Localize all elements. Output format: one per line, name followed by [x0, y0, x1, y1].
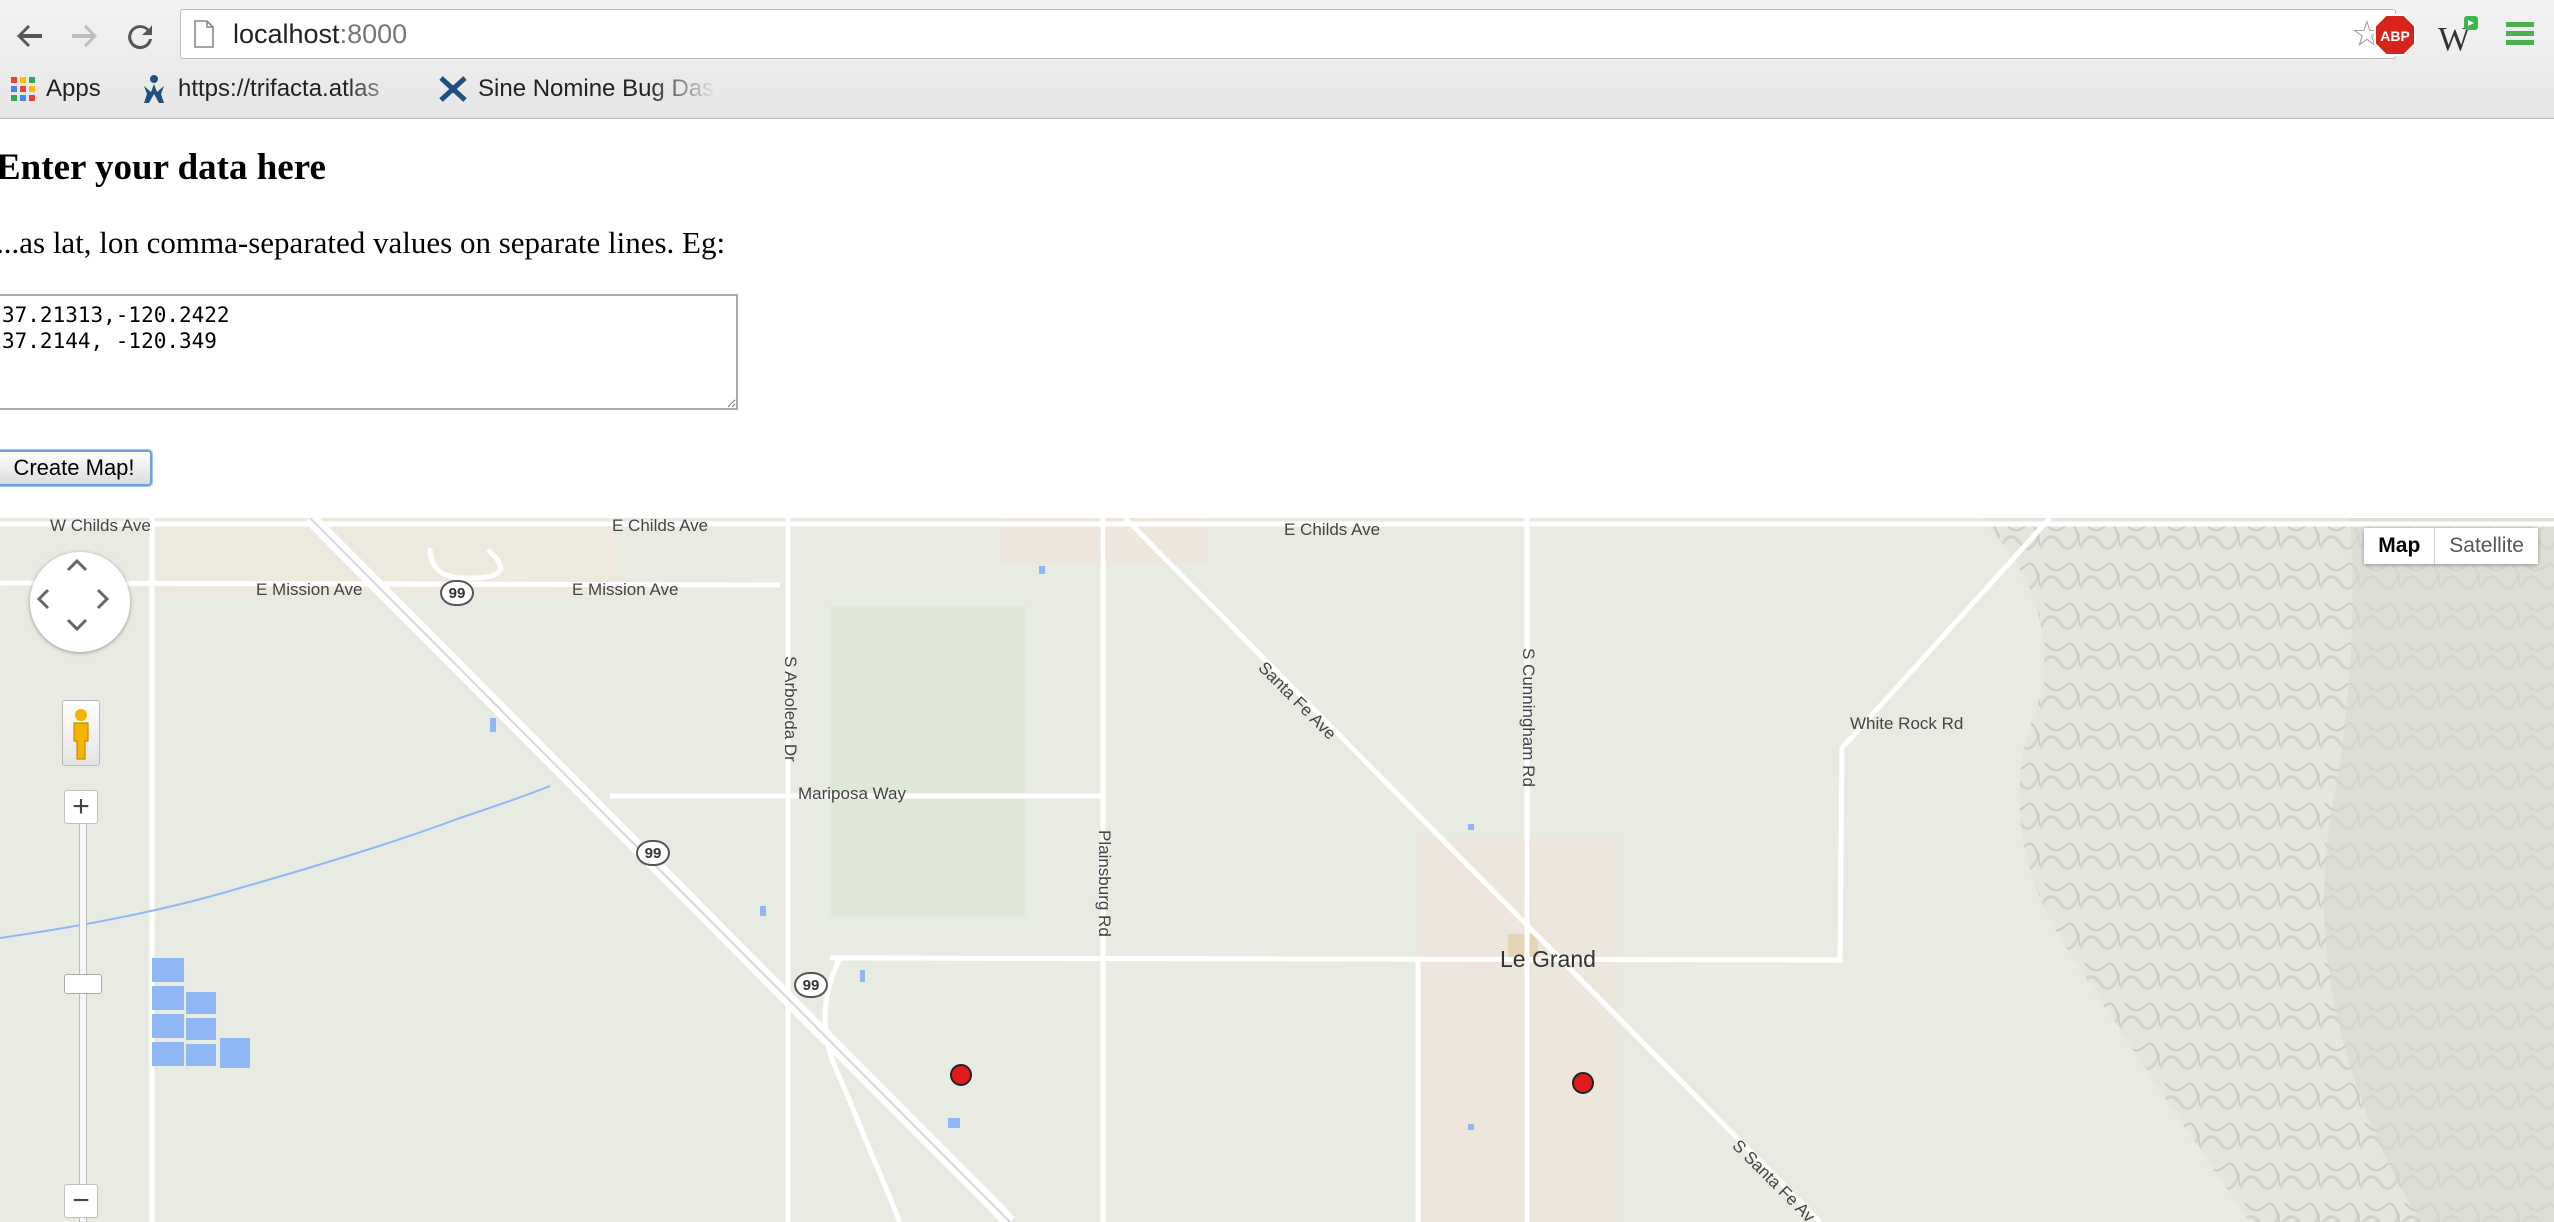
- bookmark-sine-nomine[interactable]: Sine Nomine Bug Das: [438, 72, 716, 106]
- zoom-out-button[interactable]: −: [64, 1184, 98, 1218]
- pegman-icon: [73, 709, 89, 760]
- place-label: Le Grand: [1500, 946, 1596, 972]
- map-type-satellite-button[interactable]: Satellite: [2435, 528, 2538, 564]
- street-label: S Arboleda Dr: [781, 656, 800, 762]
- reload-button[interactable]: [118, 14, 162, 58]
- pan-right-icon[interactable]: [96, 588, 124, 616]
- bug-dashboard-icon: [438, 75, 468, 103]
- zoom-slider-handle[interactable]: [64, 974, 102, 994]
- pan-left-icon[interactable]: [36, 588, 64, 616]
- pan-down-icon[interactable]: [66, 618, 94, 646]
- map-canvas[interactable]: W Childs Ave E Childs Ave E Childs Ave E…: [0, 518, 2554, 1222]
- street-view-pegman[interactable]: [62, 700, 100, 766]
- coordinates-textarea[interactable]: [0, 294, 738, 410]
- instructions-text: ...as lat, lon comma-separated values on…: [0, 225, 726, 260]
- forward-button[interactable]: [62, 14, 106, 58]
- highway-99-shield: 99: [636, 840, 670, 866]
- street-label: E Mission Ave: [572, 580, 679, 599]
- highway-99-shield: 99: [440, 580, 474, 606]
- street-label: Plainsburg Rd: [1095, 830, 1114, 937]
- street-label: S Cunningham Rd: [1519, 648, 1538, 787]
- address-bar[interactable]: localhost:8000 ☆: [180, 9, 2396, 59]
- bookmarks-bar: Apps https://trifacta.atlas Sine Nomine …: [0, 64, 2554, 114]
- map-marker[interactable]: [1572, 1072, 1594, 1094]
- map-marker[interactable]: [950, 1064, 972, 1086]
- street-label: W Childs Ave: [50, 518, 151, 535]
- bookmark-label: https://trifacta.atlas: [178, 75, 380, 102]
- street-label: E Mission Ave: [256, 580, 363, 599]
- wikipedia-extension-icon[interactable]: W: [2436, 14, 2480, 56]
- apps-grid-icon: [10, 76, 36, 102]
- zoom-slider-track[interactable]: [79, 808, 87, 1222]
- pan-control: [30, 552, 130, 652]
- page-title: Enter your data here: [0, 147, 326, 188]
- adblock-icon[interactable]: ABP: [2374, 14, 2416, 56]
- back-arrow-icon: [17, 25, 42, 47]
- zoom-in-button[interactable]: +: [64, 790, 98, 824]
- bookmark-apps[interactable]: Apps: [10, 72, 101, 106]
- map-tiles: [0, 518, 2554, 1222]
- jira-icon: [140, 74, 168, 104]
- url-text: localhost:8000: [233, 19, 408, 49]
- map-type-map-button[interactable]: Map: [2364, 528, 2436, 564]
- street-label: White Rock Rd: [1850, 714, 1964, 733]
- create-map-button[interactable]: Create Map!: [0, 450, 152, 486]
- menu-icon[interactable]: [2502, 16, 2538, 52]
- back-button[interactable]: [8, 14, 52, 58]
- pan-up-icon[interactable]: [66, 558, 94, 586]
- street-label: E Childs Ave: [1284, 520, 1381, 539]
- street-label: Mariposa Way: [798, 784, 907, 803]
- forward-arrow-icon: [72, 25, 97, 47]
- map-type-control: Map Satellite: [2364, 528, 2538, 564]
- bookmark-trifacta[interactable]: https://trifacta.atlas: [140, 72, 412, 106]
- street-label: E Childs Ave: [612, 518, 709, 535]
- highway-99-shield: 99: [794, 972, 828, 998]
- bookmark-label: Apps: [46, 75, 101, 102]
- browser-chrome: localhost:8000 ☆ ABP W Apps https://trif…: [0, 0, 2554, 119]
- page-icon: [194, 20, 214, 48]
- bookmark-label: Sine Nomine Bug Das: [478, 75, 715, 102]
- reload-icon: [128, 25, 152, 50]
- adblock-label: ABP: [2380, 28, 2410, 44]
